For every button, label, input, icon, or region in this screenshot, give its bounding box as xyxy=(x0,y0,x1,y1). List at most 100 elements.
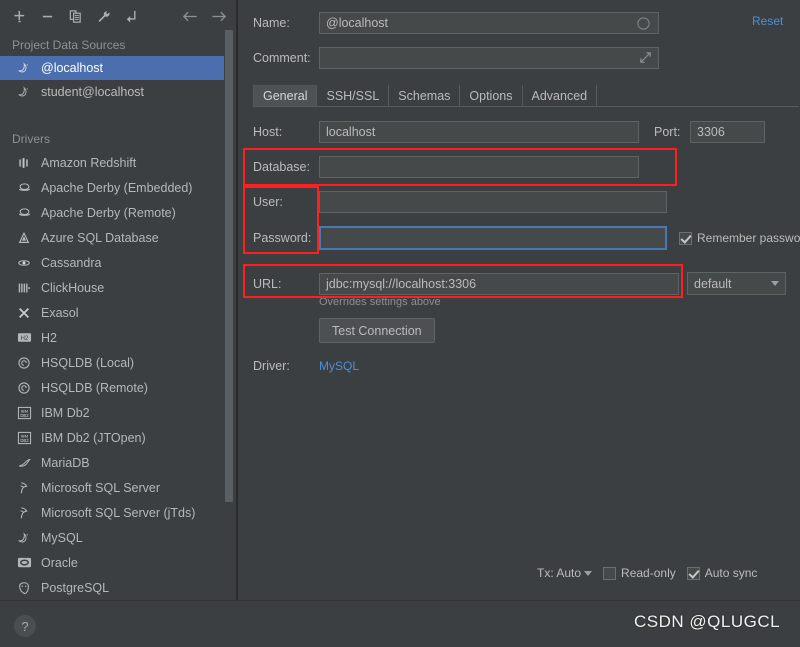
tab-advanced[interactable]: Advanced xyxy=(523,85,598,106)
tab-ssh-ssl[interactable]: SSH/SSL xyxy=(317,85,390,106)
driver-item-label: Apache Derby (Embedded) xyxy=(41,180,193,195)
tabs-underline xyxy=(253,106,799,107)
driver-item-label: IBM Db2 (JTOpen) xyxy=(41,430,146,445)
chevron-down-icon xyxy=(584,570,593,576)
back-arrow-icon[interactable] xyxy=(177,4,203,28)
url-row: URL: jdbc:mysql://localhost:3306 xyxy=(253,273,679,295)
overrides-hint: Overrides settings above xyxy=(319,296,441,308)
driver-item-microsoft-sql-server[interactable]: Microsoft SQL Server xyxy=(0,475,224,500)
database-connection-dialog: Project Data Sources @localhost student@… xyxy=(0,0,800,647)
url-scheme-dropdown[interactable]: default xyxy=(687,272,786,295)
database-input[interactable] xyxy=(319,156,639,178)
add-datasource-button[interactable] xyxy=(6,4,32,28)
driver-item-label: ClickHouse xyxy=(41,280,105,295)
remember-password-checkbox[interactable]: Remember password xyxy=(679,231,800,245)
driver-item-oracle[interactable]: Oracle xyxy=(0,550,224,575)
sidebar-item-student-localhost[interactable]: student@localhost xyxy=(0,80,224,104)
cassandra-eye-icon xyxy=(16,255,32,271)
tab-options[interactable]: Options xyxy=(460,85,523,106)
remember-password-label: Remember password xyxy=(697,231,800,245)
driver-item-label: Microsoft SQL Server (jTds) xyxy=(41,505,196,520)
driver-item-label: HSQLDB (Local) xyxy=(41,355,135,370)
host-label: Host: xyxy=(253,125,283,139)
postgresql-icon xyxy=(16,580,32,596)
driver-item-label: Exasol xyxy=(41,305,79,320)
driver-item-microsoft-sql-server-jtds[interactable]: Microsoft SQL Server (jTds) xyxy=(0,500,224,525)
driver-item-amazon-redshift[interactable]: Amazon Redshift xyxy=(0,150,224,175)
help-button[interactable]: ? xyxy=(14,615,36,637)
tx-mode-label: Tx: Auto xyxy=(537,566,582,580)
mysql-dolphin-icon xyxy=(16,60,32,76)
svg-text:DB2: DB2 xyxy=(20,413,29,418)
password-input[interactable] xyxy=(319,226,667,250)
driver-item-hsqldb-local[interactable]: HSQLDB (Local) xyxy=(0,350,224,375)
driver-item-azure-sql-database[interactable]: Azure SQL Database xyxy=(0,225,224,250)
remove-datasource-button[interactable] xyxy=(34,4,60,28)
auto-sync-checkbox-box[interactable] xyxy=(686,566,700,580)
mariadb-seal-icon xyxy=(16,455,32,471)
driver-link[interactable]: MySQL xyxy=(319,359,359,373)
panel-divider xyxy=(236,0,238,600)
password-row: Password: xyxy=(253,226,667,250)
driver-item-h2[interactable]: H2 H2 xyxy=(0,325,224,350)
driver-item-label: MySQL xyxy=(41,530,83,545)
user-input[interactable] xyxy=(319,191,667,213)
hsqldb-icon xyxy=(16,355,32,371)
db2-icon: IBM DB2 xyxy=(16,430,32,446)
tab-schemas[interactable]: Schemas xyxy=(389,85,461,106)
port-input-value: 3306 xyxy=(697,125,725,139)
name-input[interactable]: @localhost xyxy=(319,12,659,34)
h2-icon: H2 xyxy=(16,330,32,346)
driver-item-apache-derby-remote[interactable]: Apache Derby (Remote) xyxy=(0,200,224,225)
auto-sync-label: Auto sync xyxy=(704,566,758,580)
host-input[interactable]: localhost xyxy=(319,121,639,143)
read-only-checkbox-box[interactable] xyxy=(603,566,617,580)
driver-item-mariadb[interactable]: MariaDB xyxy=(0,450,224,475)
auto-sync-checkbox[interactable]: Auto sync xyxy=(686,566,758,580)
derby-icon xyxy=(16,205,32,221)
host-input-value: localhost xyxy=(326,125,376,139)
port-input[interactable]: 3306 xyxy=(690,121,765,143)
sidebar-item-label: student@localhost xyxy=(41,85,145,99)
driver-item-postgresql[interactable]: PostgreSQL xyxy=(0,575,224,600)
test-connection-button[interactable]: Test Connection xyxy=(319,318,435,343)
driver-item-label: IBM Db2 xyxy=(41,405,90,420)
sidebar-scrollbar-thumb[interactable] xyxy=(225,30,233,502)
driver-item-mysql[interactable]: MySQL xyxy=(0,525,224,550)
name-label: Name: xyxy=(253,16,290,30)
refresh-circle-icon[interactable] xyxy=(636,16,651,34)
read-only-checkbox[interactable]: Read-only xyxy=(603,566,676,580)
name-row: Name: @localhost xyxy=(253,12,659,34)
user-row: User: xyxy=(253,191,667,213)
user-label: User: xyxy=(253,195,283,209)
hsqldb-icon xyxy=(16,380,32,396)
reset-link[interactable]: Reset xyxy=(752,14,783,28)
remember-password-checkbox-box[interactable] xyxy=(679,231,692,245)
import-arrow-icon[interactable] xyxy=(118,4,144,28)
wrench-icon[interactable] xyxy=(90,4,116,28)
watermark-text: CSDN @QLUGCL xyxy=(634,612,781,631)
tab-general[interactable]: General xyxy=(253,85,318,106)
expand-icon[interactable] xyxy=(639,51,652,67)
copy-datasource-button[interactable] xyxy=(62,4,88,28)
driver-item-label: PostgreSQL xyxy=(41,580,110,595)
comment-input[interactable] xyxy=(319,47,659,69)
driver-item-ibm-db2[interactable]: IBM DB2 IBM Db2 xyxy=(0,400,224,425)
project-datasources-header: Project Data Sources xyxy=(12,38,126,52)
driver-label: Driver: xyxy=(253,359,290,373)
tx-mode-dropdown[interactable]: Tx: Auto xyxy=(537,566,593,580)
comment-label: Comment: xyxy=(253,51,311,65)
project-datasources-section: Project Data Sources @localhost student@… xyxy=(0,32,224,104)
driver-item-clickhouse[interactable]: ClickHouse xyxy=(0,275,224,300)
driver-item-label: Azure SQL Database xyxy=(41,230,159,245)
driver-item-cassandra[interactable]: Cassandra xyxy=(0,250,224,275)
driver-item-exasol[interactable]: Exasol xyxy=(0,300,224,325)
driver-item-apache-derby-embedded[interactable]: Apache Derby (Embedded) xyxy=(0,175,224,200)
sidebar-item-label: @localhost xyxy=(41,61,104,75)
url-input[interactable]: jdbc:mysql://localhost:3306 xyxy=(319,273,679,295)
driver-item-label: MariaDB xyxy=(41,455,90,470)
sidebar-item-localhost[interactable]: @localhost xyxy=(0,56,224,80)
driver-item-hsqldb-remote[interactable]: HSQLDB (Remote) xyxy=(0,375,224,400)
driver-item-ibm-db2-jtopen[interactable]: IBM DB2 IBM Db2 (JTOpen) xyxy=(0,425,224,450)
svg-text:H2: H2 xyxy=(20,335,28,342)
